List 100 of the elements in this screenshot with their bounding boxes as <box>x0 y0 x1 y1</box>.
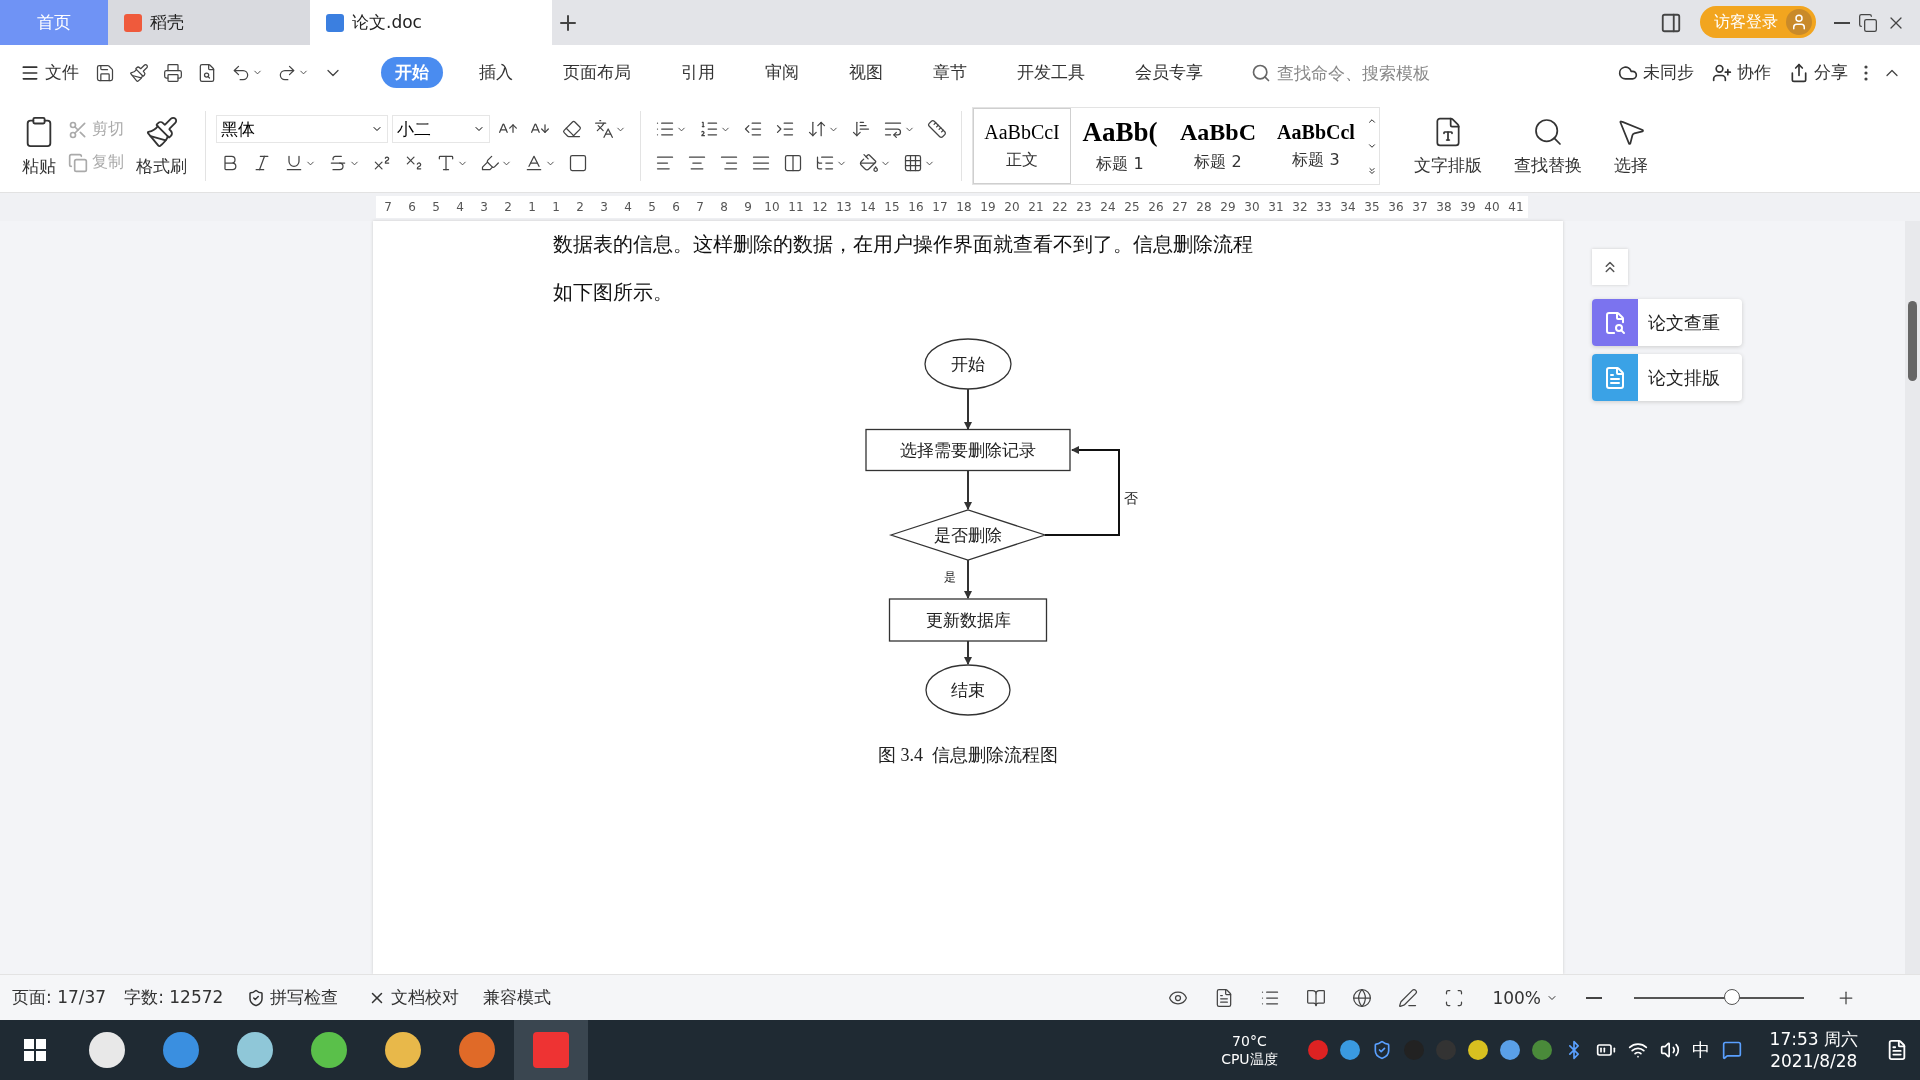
toolbar-action[interactable]: 未同步 <box>1612 57 1700 88</box>
restore-icon <box>1858 12 1878 33</box>
underline-icon <box>284 153 304 173</box>
command-search-field[interactable]: 查找命令、搜索模板 <box>1251 61 1469 84</box>
ruler-number: 4 <box>623 200 633 214</box>
toolbar-action[interactable]: 协作 <box>1706 57 1777 88</box>
document-logo-icon <box>326 13 344 32</box>
ruler-number: 9 <box>743 200 753 214</box>
ruler-number: 19 <box>979 200 997 214</box>
borders-icon <box>903 153 923 173</box>
scrollbar-thumb[interactable] <box>1908 301 1917 381</box>
style-sample: AaBbCcl <box>1277 121 1355 144</box>
ruler-number: 4 <box>455 200 465 214</box>
ruler-number: 12 <box>811 200 829 214</box>
document-tab[interactable]: 论文.doc <box>310 0 552 45</box>
node-label: 是否删除 <box>934 525 1002 545</box>
ruler-number: 15 <box>883 200 901 214</box>
style-option[interactable]: AaBbC 标题 2 <box>1169 108 1267 184</box>
strikethrough-icon <box>328 153 348 173</box>
chevron-down-icon <box>1367 141 1377 151</box>
ribbon-tab[interactable]: 插入 <box>465 57 527 88</box>
ruler-number: 28 <box>1195 200 1213 214</box>
tray-app-icon[interactable] <box>1531 1040 1552 1060</box>
node-label: 更新数据库 <box>925 610 1011 630</box>
ruler-number: 2 <box>575 200 585 214</box>
page-count: 页面: 17/37 <box>12 986 107 1009</box>
ruler-number: 7 <box>383 200 393 214</box>
ruler-number: 36 <box>1387 200 1405 214</box>
side-panel-item[interactable]: 论文排版 <box>1592 354 1742 401</box>
font-name-select[interactable]: 黑体 <box>216 115 388 143</box>
ribbon-tab[interactable]: 章节 <box>919 57 981 88</box>
share-icon <box>1789 62 1809 83</box>
node-label: 选择需要删除记录 <box>900 440 1036 460</box>
ribbon-tab[interactable]: 会员专享 <box>1121 57 1217 88</box>
side-panel-item[interactable]: 论文查重 <box>1592 299 1742 346</box>
ruler-number: 30 <box>1243 200 1261 214</box>
ribbon-tab[interactable]: 审阅 <box>751 57 813 88</box>
style-option[interactable]: AaBb( 标题 1 <box>1071 108 1169 184</box>
ruler-number: 41 <box>1507 200 1525 214</box>
ruler-number: 38 <box>1435 200 1453 214</box>
format-painter-icon <box>129 62 149 83</box>
highlighter-icon <box>480 153 500 173</box>
ruler-number: 2 <box>503 200 513 214</box>
distribute-icon <box>783 153 803 173</box>
ribbon-tab[interactable]: 引用 <box>667 57 729 88</box>
ribbon-tab[interactable]: 页面布局 <box>549 57 645 88</box>
clock-date: 2021/8/28 <box>1770 1050 1858 1072</box>
ruler-number: 5 <box>647 200 657 214</box>
style-option[interactable]: AaBbCcl 标题 3 <box>1267 108 1365 184</box>
ruler-number: 39 <box>1459 200 1477 214</box>
ribbon-tool-button[interactable]: 查找替换 <box>1506 113 1590 179</box>
spell-check-button[interactable]: 拼写检查 <box>241 982 345 1013</box>
tray-app-icon[interactable] <box>1467 1040 1488 1060</box>
paste-button[interactable]: 粘贴 <box>14 112 64 180</box>
more-icon <box>1864 64 1868 81</box>
ruler-number: 22 <box>1051 200 1069 214</box>
tray-app-icon[interactable] <box>1499 1040 1520 1060</box>
flow-arrow <box>964 559 972 599</box>
font-color-icon <box>524 153 544 173</box>
ruler-number: 3 <box>599 200 609 214</box>
docer-logo-icon <box>124 13 142 32</box>
search-icon <box>1251 62 1271 83</box>
node-label: 开始 <box>951 354 985 374</box>
reading-view-icon <box>1306 987 1327 1008</box>
shading-icon <box>859 153 879 173</box>
zoom-select[interactable]: 100% <box>1486 983 1564 1012</box>
style-name: 标题 2 <box>1194 152 1242 173</box>
no-label: 否 <box>1124 490 1138 506</box>
toolbar-action[interactable]: 分享 <box>1783 57 1854 88</box>
yes-label: 是 <box>944 570 956 584</box>
style-option[interactable]: AaBbCcI 正文 <box>973 108 1071 184</box>
style-sample: AaBbC <box>1180 119 1256 146</box>
proofread-button[interactable]: 文档校对 <box>362 982 466 1013</box>
windows-logo-icon <box>24 1039 46 1061</box>
ruler-number: 18 <box>955 200 973 214</box>
input-method[interactable]: 中 <box>1691 1038 1710 1062</box>
ribbon-tab[interactable]: 视图 <box>835 57 897 88</box>
ribbon-tool-button[interactable]: 文字排版 <box>1406 113 1490 179</box>
collapse-button[interactable] <box>1592 249 1628 285</box>
avatar-icon <box>1786 9 1812 35</box>
ruler-number: 37 <box>1411 200 1429 214</box>
ruler-number: 8 <box>719 200 729 214</box>
style-name: 标题 1 <box>1096 154 1144 175</box>
cpu-temperature: 70°C <box>1232 1032 1267 1050</box>
ribbon-tab[interactable]: 开发工具 <box>1003 57 1099 88</box>
tray-app-icon[interactable] <box>1339 1040 1360 1060</box>
ruler-number: 5 <box>431 200 441 214</box>
flow-arrow <box>964 388 972 430</box>
ruler-number: 11 <box>787 200 805 214</box>
ribbon-tool-button[interactable]: 选择 <box>1606 113 1656 179</box>
file-menu[interactable]: 文件 <box>14 57 85 88</box>
format-painter-button[interactable]: 格式刷 <box>128 112 195 180</box>
chinese-layout-icon <box>807 119 827 139</box>
zoom-thumb[interactable] <box>1723 988 1740 1005</box>
scissors-icon <box>68 119 88 140</box>
ruler-number: 33 <box>1315 200 1333 214</box>
numbered-list-icon <box>699 119 719 139</box>
font-size-select[interactable]: 小二 <box>392 115 490 143</box>
word-count: 字数: 12572 <box>124 986 224 1009</box>
document-tab[interactable]: 稻壳 <box>108 0 310 45</box>
